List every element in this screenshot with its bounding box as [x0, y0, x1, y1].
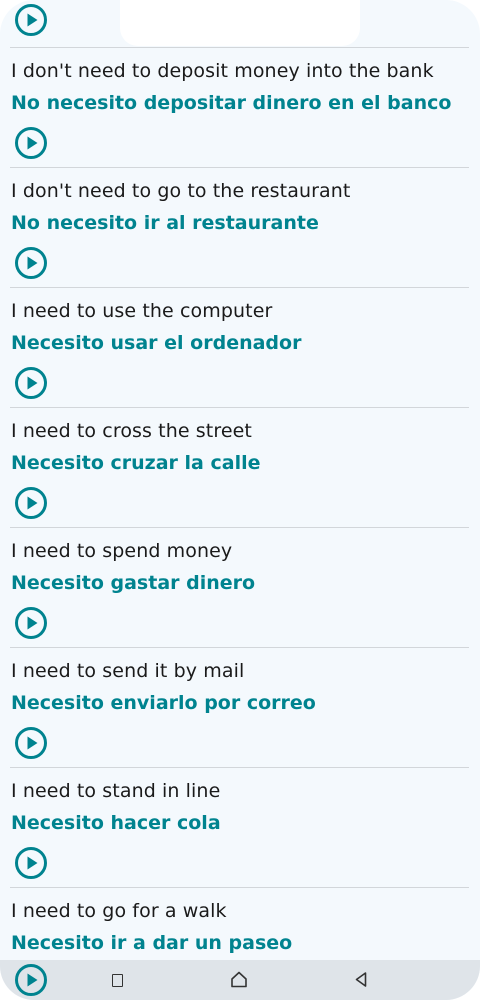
phrase-spanish: Necesito gastar dinero — [11, 572, 256, 594]
phrase-english: I need to stand in line — [11, 780, 221, 802]
play-button[interactable] — [14, 846, 48, 880]
list-item: I need to cross the street Necesito cruz… — [10, 407, 469, 527]
play-button[interactable] — [14, 606, 48, 640]
back-icon — [355, 972, 367, 987]
phrase-spanish: Necesito cruzar la calle — [11, 452, 261, 474]
phrase-english: I need to send it by mail — [11, 660, 245, 682]
play-circle-icon — [15, 607, 47, 639]
phrase-spanish: Necesito hacer cola — [11, 812, 221, 834]
list-item: I need to stand in line Necesito hacer c… — [10, 767, 469, 887]
play-button[interactable] — [14, 126, 48, 160]
home-icon — [231, 971, 247, 988]
play-button[interactable] — [14, 726, 48, 760]
play-circle-icon — [15, 727, 47, 759]
home-button[interactable] — [230, 971, 248, 992]
list-item: I need to use the computer Necesito usar… — [10, 287, 469, 407]
phrase-english: I need to cross the street — [11, 420, 252, 442]
play-circle-icon — [15, 847, 47, 879]
play-button[interactable] — [14, 486, 48, 520]
phrase-list: I don't need to deposit money into the b… — [0, 47, 480, 1000]
phrase-spanish: Necesito enviarlo por correo — [11, 692, 316, 714]
phrase-spanish: No necesito depositar dinero en el banco — [11, 92, 452, 114]
phrase-english: I need to spend money — [11, 540, 233, 562]
camera-notch — [120, 0, 360, 46]
play-button[interactable] — [14, 366, 48, 400]
phrase-english: I don't need to deposit money into the b… — [11, 60, 434, 82]
list-item: I don't need to deposit money into the b… — [10, 47, 469, 167]
list-item: I need to spend money Necesito gastar di… — [10, 527, 469, 647]
phrase-spanish: Necesito ir a dar un paseo — [11, 932, 293, 954]
list-item: I need to send it by mail Necesito envia… — [10, 647, 469, 767]
back-button[interactable] — [354, 971, 368, 992]
play-circle-icon — [15, 487, 47, 519]
phrase-english: I need to go for a walk — [11, 900, 227, 922]
phrase-english: I don't need to go to the restaurant — [11, 180, 351, 202]
phrase-list-screen: I don't need to deposit money into the b… — [0, 0, 480, 1000]
play-button[interactable] — [14, 246, 48, 280]
play-circle-icon — [15, 367, 47, 399]
play-circle-icon — [15, 127, 47, 159]
system-navigation-bar — [0, 960, 480, 1000]
phrase-spanish: Necesito usar el ordenador — [11, 332, 302, 354]
play-button[interactable] — [14, 963, 48, 1000]
play-circle-icon — [15, 247, 47, 279]
play-circle-icon — [15, 964, 47, 996]
play-circle-icon — [15, 4, 47, 36]
phrase-english: I need to use the computer — [11, 300, 273, 322]
phrase-spanish: No necesito ir al restaurante — [11, 212, 319, 234]
play-button[interactable] — [14, 3, 48, 37]
list-item: I don't need to go to the restaurant No … — [10, 167, 469, 287]
recent-apps-icon[interactable] — [112, 974, 123, 987]
